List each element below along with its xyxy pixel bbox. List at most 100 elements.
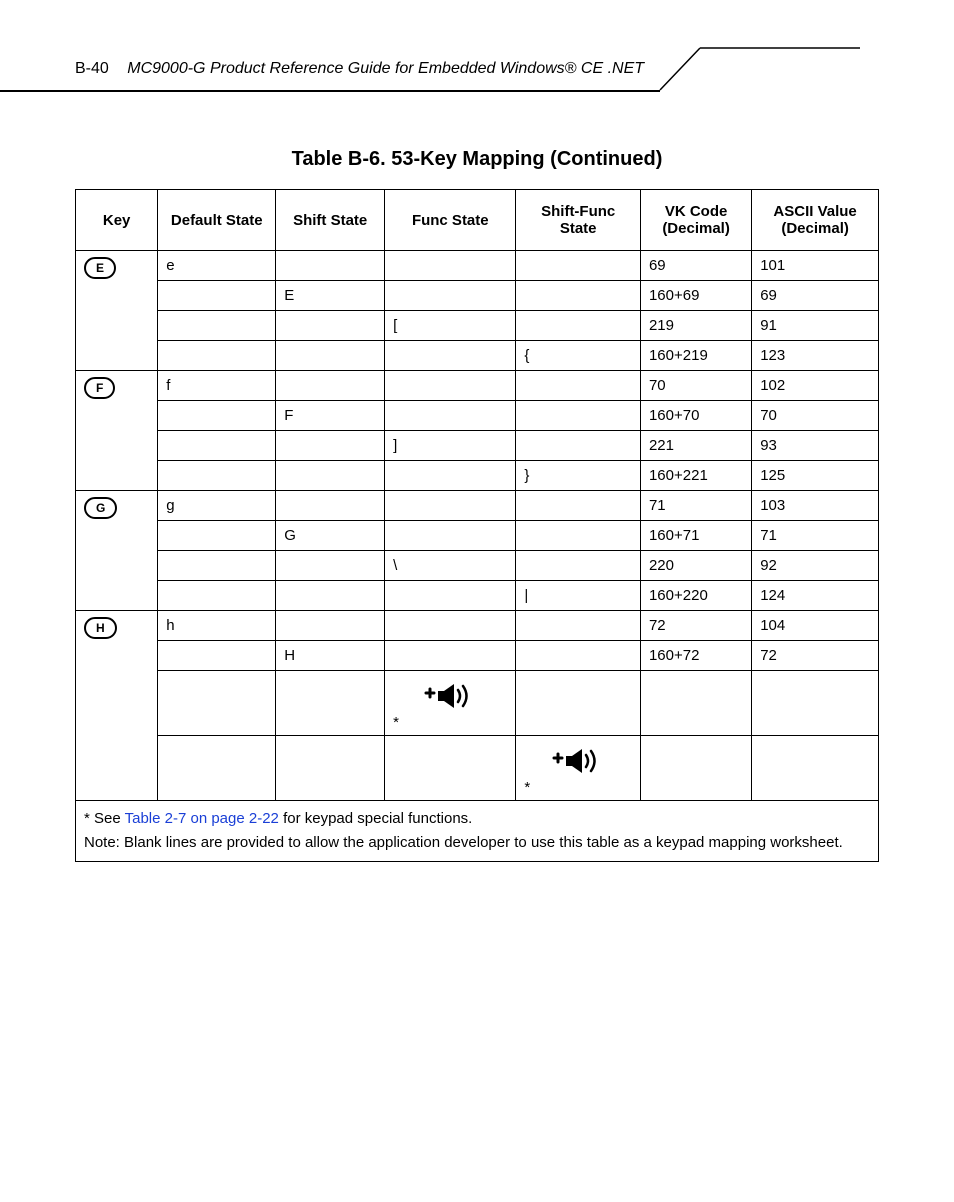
cell-shift: E — [276, 281, 385, 311]
table-row: Gg71103 — [76, 491, 879, 521]
cell-sfunc: | — [516, 581, 641, 611]
key-mapping-table: Key Default State Shift State Func State… — [75, 189, 879, 862]
cell-ascii: 72 — [752, 641, 879, 671]
table-row: F 160+7070 — [76, 401, 879, 431]
cell-shift: F — [276, 401, 385, 431]
table-row: ]22193 — [76, 431, 879, 461]
cell-vk: 160+72 — [640, 641, 751, 671]
volume-up-icon — [424, 681, 476, 711]
cell-ascii — [752, 736, 879, 801]
page-number: B-40 — [75, 60, 109, 77]
table-row: }160+221125 — [76, 461, 879, 491]
cell-ascii: 123 — [752, 341, 879, 371]
footnote-see-prefix: See — [90, 810, 125, 827]
cell-shift — [276, 461, 385, 491]
cell-default — [158, 641, 276, 671]
cell-sfunc — [516, 371, 641, 401]
cell-shift — [276, 311, 385, 341]
cell-ascii — [752, 671, 879, 736]
cell-vk: 72 — [640, 611, 751, 641]
footnote-note: Note: Blank lines are provided to allow … — [84, 834, 843, 851]
cell-default — [158, 671, 276, 736]
cell-vk: 160+220 — [640, 581, 751, 611]
table-row: |160+220124 — [76, 581, 879, 611]
page-header: B-40 MC9000-G Product Reference Guide fo… — [75, 60, 879, 78]
table-row: * — [76, 671, 879, 736]
cell-ascii: 102 — [752, 371, 879, 401]
cell-sfunc — [516, 611, 641, 641]
keycap-cell: E — [76, 251, 158, 371]
cell-default — [158, 311, 276, 341]
cell-shift: H — [276, 641, 385, 671]
cell-vk: 160+71 — [640, 521, 751, 551]
cell-vk: 70 — [640, 371, 751, 401]
volume-up-icon — [552, 746, 604, 776]
cell-shift — [276, 581, 385, 611]
cell-sfunc — [516, 281, 641, 311]
cell-shift — [276, 611, 385, 641]
cell-sfunc — [516, 401, 641, 431]
header-corner-decoration — [660, 48, 730, 98]
cell-func — [385, 281, 516, 311]
cell-default — [158, 581, 276, 611]
cell-shift — [276, 736, 385, 801]
cell-sfunc — [516, 311, 641, 341]
cell-sfunc — [516, 551, 641, 581]
keycap-h: H — [84, 617, 117, 639]
cell-sfunc — [516, 491, 641, 521]
cell-func — [385, 401, 516, 431]
cell-default — [158, 341, 276, 371]
cell-ascii: 71 — [752, 521, 879, 551]
cell-vk — [640, 671, 751, 736]
cell-sfunc: } — [516, 461, 641, 491]
cell-shift — [276, 251, 385, 281]
cell-sfunc — [516, 641, 641, 671]
cell-default — [158, 281, 276, 311]
cell-vk: 160+219 — [640, 341, 751, 371]
table-row: \ 22092 — [76, 551, 879, 581]
cell-vk: 221 — [640, 431, 751, 461]
table-row: Ff70102 — [76, 371, 879, 401]
cell-vk: 160+221 — [640, 461, 751, 491]
cell-vk — [640, 736, 751, 801]
cell-default — [158, 551, 276, 581]
cell-ascii: 104 — [752, 611, 879, 641]
cell-vk: 220 — [640, 551, 751, 581]
keycap-cell: H — [76, 611, 158, 801]
col-header-default: Default State — [158, 190, 276, 251]
cell-ascii: 92 — [752, 551, 879, 581]
cell-shift: G — [276, 521, 385, 551]
cell-func — [385, 491, 516, 521]
cell-sfunc: { — [516, 341, 641, 371]
cell-ascii: 124 — [752, 581, 879, 611]
cell-func — [385, 521, 516, 551]
cell-func: * — [385, 671, 516, 736]
cell-ascii: 93 — [752, 431, 879, 461]
keycap-g: G — [84, 497, 117, 519]
cell-ascii: 70 — [752, 401, 879, 431]
cell-ascii: 101 — [752, 251, 879, 281]
cell-default — [158, 431, 276, 461]
col-header-ascii: ASCII Value (Decimal) — [752, 190, 879, 251]
table-row: G 160+7171 — [76, 521, 879, 551]
cell-shift — [276, 491, 385, 521]
cell-ascii: 103 — [752, 491, 879, 521]
cell-vk: 160+70 — [640, 401, 751, 431]
cell-ascii: 69 — [752, 281, 879, 311]
table-row: Hh72104 — [76, 611, 879, 641]
cell-sfunc — [516, 431, 641, 461]
cell-func — [385, 371, 516, 401]
cell-shift — [276, 431, 385, 461]
cell-shift — [276, 551, 385, 581]
footnote-marker: * — [393, 714, 399, 731]
cell-func — [385, 611, 516, 641]
cell-default — [158, 401, 276, 431]
footnote-marker: * — [524, 779, 530, 796]
cross-reference-link[interactable]: Table 2-7 on page 2-22 — [125, 810, 279, 827]
footnote-see-suffix: for keypad special functions. — [279, 810, 472, 827]
col-header-func: Func State — [385, 190, 516, 251]
cell-func: \ — [385, 551, 516, 581]
header-rule — [0, 90, 660, 92]
table-row: [21991 — [76, 311, 879, 341]
doc-title: MC9000-G Product Reference Guide for Emb… — [127, 60, 644, 77]
